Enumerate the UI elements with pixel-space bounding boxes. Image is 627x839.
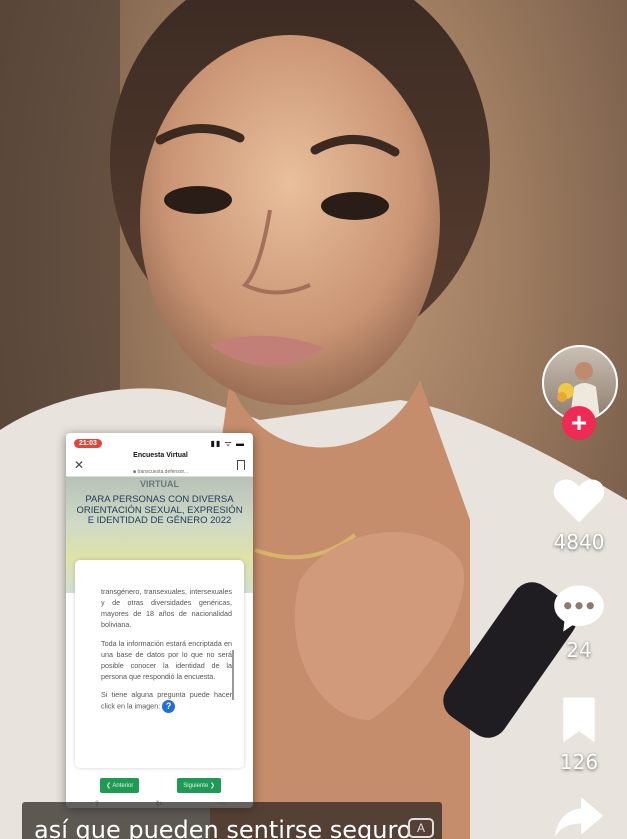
survey-info-card: transgénero, transexuales, intersexuales…: [75, 560, 244, 768]
phone-status-bar: 21:03 ▮▮ ᯤ ▬: [66, 433, 253, 453]
plus-icon: +: [570, 407, 588, 438]
translate-icon[interactable]: A: [408, 818, 434, 838]
like-action[interactable]: 4840: [538, 475, 620, 554]
survey-phone-screenshot: 21:03 ▮▮ ᯤ ▬ ✕ Encuesta Virtual ■ transc…: [66, 433, 253, 808]
heart-icon: [553, 479, 605, 523]
next-button[interactable]: Siguiente ❯: [177, 778, 221, 793]
bookmark-icon: [563, 697, 595, 743]
survey-nav-row: ❮ Anterior Siguiente ❯: [66, 778, 253, 793]
browser-top-bar: ✕ Encuesta Virtual ■ transcuesta.defenso…: [66, 451, 253, 477]
banner-heading: PARA PERSONAS CON DIVERSA ORIENTACIÓN SE…: [76, 494, 243, 527]
previous-button[interactable]: ❮ Anterior: [100, 778, 140, 793]
share-arrow-icon: [554, 797, 604, 837]
banner-cut-text: VIRTUAL: [140, 479, 179, 489]
share-action[interactable]: [538, 795, 620, 839]
follow-button[interactable]: +: [562, 406, 596, 440]
survey-page-title: Encuesta Virtual: [133, 451, 188, 459]
info-paragraph-1: transgénero, transexuales, intersexuales…: [101, 587, 232, 630]
like-count: 4840: [553, 530, 605, 554]
survey-url: ■ transcuesta.defensor...: [133, 468, 189, 475]
comment-bubble-icon: [554, 585, 604, 632]
bookmark-outline-icon[interactable]: [237, 459, 245, 470]
card-scrollbar[interactable]: [232, 650, 234, 700]
question-icon[interactable]: ?: [162, 700, 176, 714]
phone-signal-icons: ▮▮ ᯤ ▬: [210, 438, 245, 448]
comment-count: 24: [566, 638, 592, 662]
info-paragraph-3: Si tiene alguna pregunta puede hacer cli…: [101, 689, 232, 714]
close-icon[interactable]: ✕: [74, 458, 84, 472]
caption-text: así que pueden sentirse seguro: [34, 816, 412, 839]
comment-action[interactable]: 24: [538, 583, 620, 662]
caption-bar: así que pueden sentirse seguro A: [22, 802, 442, 839]
info-paragraph-2: Toda la información estará encriptada en…: [101, 638, 232, 682]
save-count: 126: [559, 750, 599, 774]
save-action[interactable]: 126: [538, 695, 620, 774]
phone-time: 21:03: [74, 438, 102, 448]
